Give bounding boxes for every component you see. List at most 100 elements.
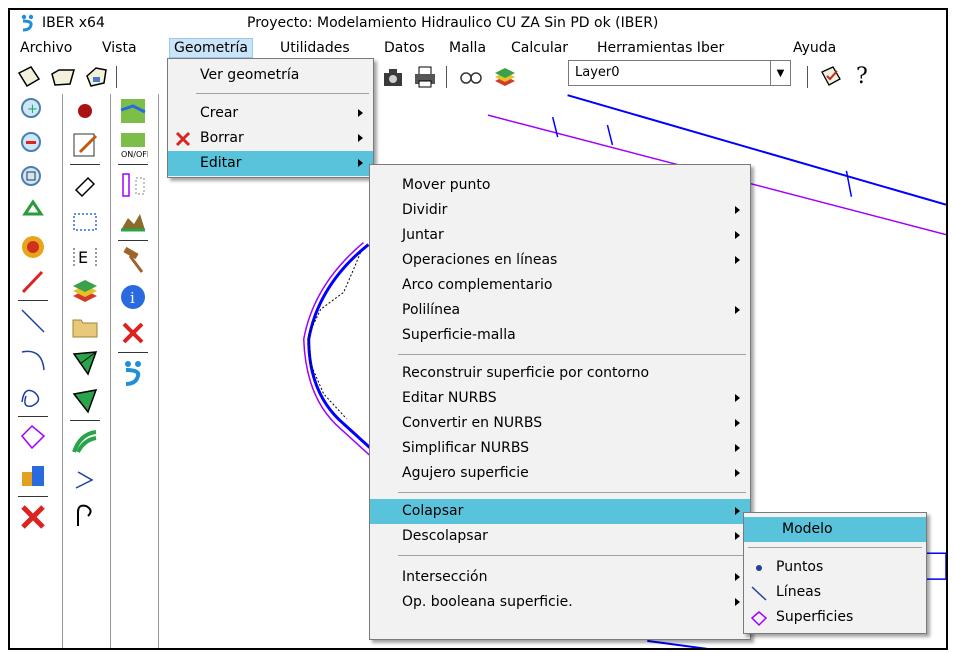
- menu-item-convertir-nurbs[interactable]: Convertir en NURBS: [370, 411, 750, 436]
- menu-item-label: Dividir: [402, 202, 448, 218]
- menu-item-agujero-superficie[interactable]: Agujero superficie: [370, 461, 750, 486]
- toolbar-separator: [446, 66, 447, 88]
- submenu-arrow-icon: [735, 469, 740, 477]
- zoom-frame-icon[interactable]: [18, 164, 48, 194]
- new-file-icon[interactable]: [16, 64, 42, 90]
- terrain-icon[interactable]: [118, 206, 148, 236]
- menu-item-arco-complementario[interactable]: Arco complementario: [370, 273, 750, 298]
- menu-item-juntar[interactable]: Juntar: [370, 223, 750, 248]
- pointer-tool-icon[interactable]: [18, 266, 48, 296]
- wave-surface-icon[interactable]: [70, 426, 100, 456]
- menu-herramientas-iber[interactable]: Herramientas Iber: [593, 38, 728, 58]
- checklist-icon[interactable]: [818, 64, 844, 90]
- menu-item-label: Modelo: [782, 521, 833, 537]
- eraser-icon[interactable]: [70, 170, 100, 200]
- print-icon[interactable]: [412, 64, 438, 90]
- point-tool-icon[interactable]: [70, 96, 100, 126]
- window-title: Proyecto: Modelamiento Hidraulico CU ZA …: [247, 15, 659, 31]
- zoom-in-icon[interactable]: +: [18, 96, 48, 126]
- menu-item-label: Colapsar: [402, 503, 464, 519]
- menu-item-reconstruir-superficie[interactable]: Reconstruir superficie por contorno: [370, 361, 750, 386]
- line-tool-icon[interactable]: [18, 306, 48, 336]
- menu-item-puntos[interactable]: Puntos: [744, 555, 926, 580]
- triangle-mesh-icon[interactable]: [70, 348, 100, 378]
- surface-tool-icon[interactable]: [18, 422, 48, 452]
- menu-item-label: Op. booleana superficie.: [402, 594, 573, 610]
- menu-item-op-booleana-superficie[interactable]: Op. booleana superficie.: [370, 590, 750, 615]
- layers-icon[interactable]: [492, 64, 518, 90]
- menu-datos[interactable]: Datos: [380, 38, 429, 58]
- svg-text:ON/OFF: ON/OFF: [121, 150, 148, 159]
- menu-ayuda[interactable]: Ayuda: [789, 38, 840, 58]
- layer-select[interactable]: Layer0 ▼: [568, 60, 791, 86]
- submenu-arrow-icon: [735, 507, 740, 515]
- palette-separator: [62, 94, 63, 648]
- map-tool-icon[interactable]: [118, 96, 148, 126]
- menu-malla[interactable]: Malla: [445, 38, 490, 58]
- folder-icon[interactable]: [70, 312, 100, 342]
- volume-tool-icon[interactable]: [18, 460, 48, 490]
- menu-item-simplificar-nurbs[interactable]: Simplificar NURBS: [370, 436, 750, 461]
- layer-select-value: Layer0: [575, 65, 620, 80]
- menu-item-descolapsar[interactable]: Descolapsar: [370, 524, 750, 549]
- iber-tool-icon[interactable]: [118, 358, 148, 388]
- view-glasses-icon[interactable]: [458, 64, 484, 90]
- selection-box-icon[interactable]: [70, 206, 100, 236]
- triangle-mesh-alt-icon[interactable]: [70, 386, 100, 416]
- menu-item-operaciones-lineas[interactable]: Operaciones en líneas: [370, 248, 750, 273]
- hammer-delete-icon[interactable]: [118, 318, 148, 348]
- menu-item-label: Juntar: [402, 227, 444, 243]
- help-icon[interactable]: ?: [856, 64, 868, 89]
- submenu-arrow-icon: [735, 256, 740, 264]
- render-icon[interactable]: [18, 232, 48, 262]
- palette-separator: [118, 352, 148, 353]
- menu-item-colapsar[interactable]: Colapsar: [370, 499, 750, 524]
- save-icon[interactable]: [84, 64, 110, 90]
- menu-geometria[interactable]: Geometría: [169, 38, 253, 58]
- menu-item-superficies[interactable]: Superficies: [744, 605, 926, 630]
- zoom-out-icon[interactable]: [18, 130, 48, 160]
- submenu-arrow-icon: [358, 134, 363, 142]
- menu-item-label: Líneas: [776, 584, 822, 600]
- menu-item-borrar[interactable]: Borrar: [168, 126, 373, 151]
- arc-tool-icon[interactable]: [18, 344, 48, 374]
- menu-item-modelo[interactable]: Modelo: [744, 517, 926, 542]
- layers-stack-icon[interactable]: [70, 276, 100, 306]
- menu-item-mover-punto[interactable]: Mover punto: [370, 173, 750, 198]
- delete-tool-icon[interactable]: [18, 502, 48, 532]
- on-off-map-icon[interactable]: ON/OFF: [118, 130, 148, 160]
- menu-item-polilinea[interactable]: Polilínea: [370, 298, 750, 323]
- menu-item-superficie-malla[interactable]: Superficie-malla: [370, 323, 750, 348]
- open-folder-icon[interactable]: [50, 64, 76, 90]
- camera-icon[interactable]: [380, 64, 406, 90]
- menu-item-interseccion[interactable]: Intersección: [370, 565, 750, 590]
- delete-x-icon: [175, 131, 191, 147]
- arrow-path-icon[interactable]: [70, 464, 100, 494]
- menu-item-editar[interactable]: Editar: [168, 151, 373, 176]
- menu-utilidades[interactable]: Utilidades: [276, 38, 354, 58]
- redraw-icon[interactable]: [18, 198, 48, 228]
- menu-archivo[interactable]: Archivo: [16, 38, 76, 58]
- chevron-down-icon[interactable]: ▼: [770, 61, 790, 85]
- nurbs-tool-icon[interactable]: [18, 382, 48, 412]
- toolbar-separator: [807, 66, 808, 88]
- menu-item-lineas[interactable]: Líneas: [744, 580, 926, 605]
- toolbar-separator: [116, 66, 117, 88]
- submenu-arrow-icon: [358, 159, 363, 167]
- menu-item-ver-geometria[interactable]: Ver geometría: [168, 63, 373, 88]
- svg-text:i: i: [130, 289, 135, 307]
- surface-icon: [750, 611, 768, 627]
- menu-calcular[interactable]: Calcular: [507, 38, 572, 58]
- curve-path-icon[interactable]: [70, 500, 100, 530]
- menu-vista[interactable]: Vista: [98, 38, 141, 58]
- menu-item-editar-nurbs[interactable]: Editar NURBS: [370, 386, 750, 411]
- hammer-icon[interactable]: [118, 246, 148, 276]
- menu-item-label: Simplificar NURBS: [402, 440, 530, 456]
- menu-separator: [398, 492, 746, 493]
- split-tool-icon[interactable]: [118, 170, 148, 200]
- menu-item-crear[interactable]: Crear: [168, 101, 373, 126]
- menu-item-dividir[interactable]: Dividir: [370, 198, 750, 223]
- label-tool-icon[interactable]: E: [70, 242, 100, 272]
- info-icon[interactable]: i: [118, 282, 148, 312]
- edit-notes-icon[interactable]: [70, 130, 100, 160]
